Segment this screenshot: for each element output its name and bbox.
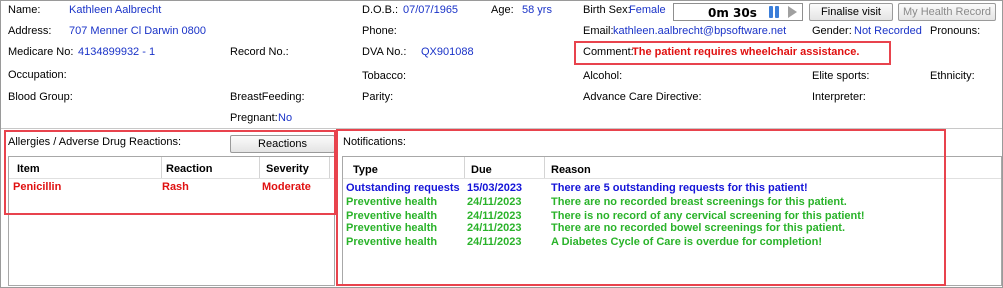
dva-label: DVA No.: [362, 46, 407, 58]
age-label: Age: [491, 4, 514, 16]
medicare-number: 4134899932 - 1 [78, 46, 156, 58]
gender-value: Not Recorded [854, 25, 922, 37]
play-icon[interactable] [788, 6, 797, 18]
medicare-label: Medicare No: [8, 46, 74, 58]
address-label: Address: [8, 25, 52, 37]
patient-name: Kathleen Aalbrecht [69, 4, 162, 16]
patient-summary-panel: Name: Kathleen Aalbrecht Address: 707 Me… [0, 0, 1003, 288]
interpreter-label: Interpreter: [812, 91, 866, 103]
comment-text: The patient requires wheelchair assistan… [632, 46, 860, 58]
parity-label: Parity: [362, 91, 394, 103]
gender-label: Gender: [812, 25, 852, 37]
breastfeeding-label: BreastFeeding: [230, 91, 305, 103]
ethnicity-label: Ethnicity: [930, 70, 975, 82]
notifications-highlight [336, 129, 946, 286]
phone-label: Phone: [362, 25, 397, 37]
tobacco-label: Tobacco: [362, 70, 407, 82]
patient-address: 707 Menner Cl Darwin 0800 [69, 25, 206, 37]
dob-label: D.O.B.: [362, 4, 399, 16]
dob-value: 07/07/1965 [403, 4, 459, 16]
pause-icon[interactable] [769, 6, 781, 18]
timer-value: 0m 30s [708, 6, 757, 20]
age-value: 58 yrs [522, 4, 552, 16]
occupation-label: Occupation: [8, 69, 67, 81]
birth-sex-label: Birth Sex: [583, 4, 631, 16]
dva-number: QX901088 [421, 46, 474, 58]
record-number-label: Record No.: [230, 46, 289, 58]
advance-care-directive-label: Advance Care Directive: [583, 91, 702, 103]
birth-sex-value: Female [629, 4, 666, 16]
name-label: Name: [8, 4, 41, 16]
alcohol-label: Alcohol: [583, 70, 623, 82]
allergies-highlight [4, 130, 336, 215]
pronouns-label: Pronouns: [930, 25, 981, 37]
finalise-visit-button[interactable]: Finalise visit [809, 3, 893, 21]
pregnant-label: Pregnant: [230, 112, 278, 124]
email-value: kathleen.aalbrecht@bpsoftware.net [613, 25, 787, 37]
blood-group-label: Blood Group: [8, 91, 73, 103]
pregnant-value: No [278, 112, 293, 124]
email-label: Email: [583, 25, 614, 37]
elite-sports-label: Elite sports: [812, 70, 870, 82]
comment-label: Comment: [583, 46, 634, 58]
consult-timer: 0m 30s [673, 3, 803, 21]
my-health-record-button[interactable]: My Health Record [898, 3, 996, 21]
